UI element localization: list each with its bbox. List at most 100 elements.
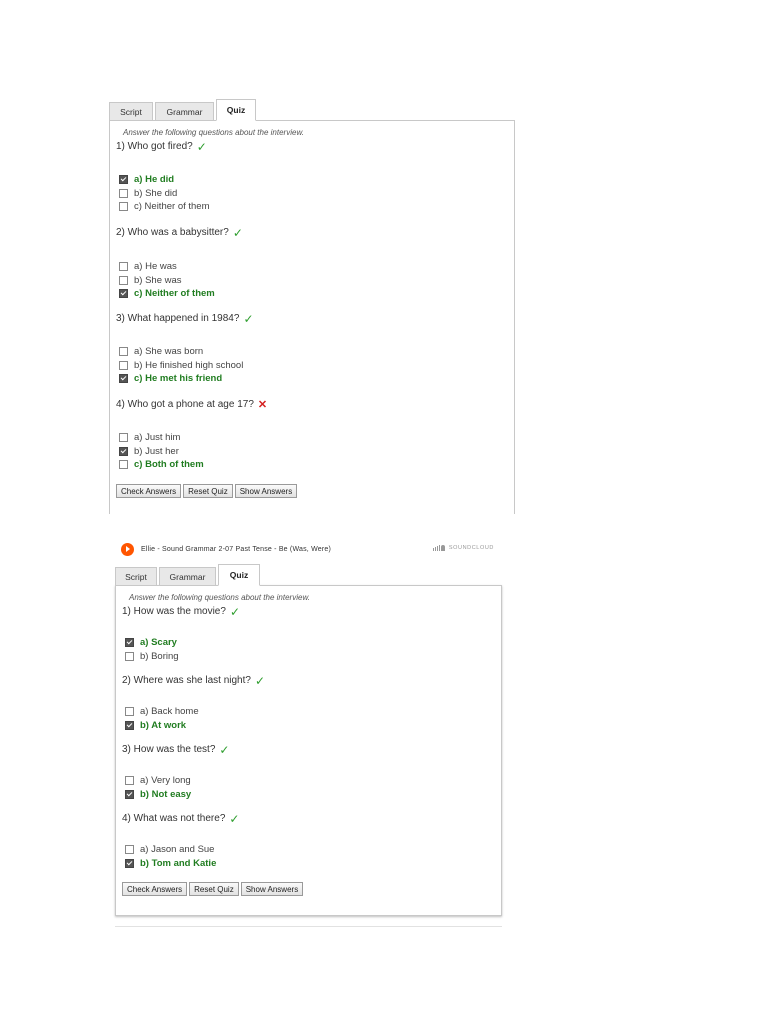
answer-list: a) He was b) She was c) Neither of them: [119, 260, 215, 301]
question-text: 1) How was the movie?: [122, 606, 226, 617]
reset-quiz-button[interactable]: Reset Quiz: [183, 484, 233, 498]
question-1: 1) How was the movie? ✓: [122, 606, 240, 618]
checkbox[interactable]: [119, 433, 128, 443]
answer-label: a) She was born: [134, 346, 204, 358]
soundcloud-player: Ellie - Sound Grammar 2-07 Past Tense - …: [115, 538, 502, 560]
answer-label: b) She was: [134, 274, 182, 286]
answer-list: a) He did b) She did c) Neither of them: [119, 173, 210, 214]
answer-list: a) Just him b) Just her c) Both of them: [119, 431, 204, 472]
quiz-widget-2: Ellie - Sound Grammar 2-07 Past Tense - …: [115, 538, 502, 916]
checkbox[interactable]: [125, 720, 134, 730]
answer-label: b) At work: [140, 719, 187, 731]
answer-option[interactable]: a) Very long: [125, 774, 191, 788]
answer-option[interactable]: c) Neither of them: [119, 200, 210, 214]
answer-label: b) Tom and Katie: [140, 857, 217, 869]
answer-option[interactable]: a) Scary: [125, 636, 179, 650]
answer-option[interactable]: b) Tom and Katie: [125, 857, 216, 871]
correct-check-icon: ✓: [243, 311, 254, 326]
reset-quiz-button[interactable]: Reset Quiz: [189, 882, 239, 896]
divider: [115, 926, 502, 927]
quiz-panel: Answer the following questions about the…: [115, 585, 502, 916]
checkbox[interactable]: [119, 347, 128, 357]
question-2: 2) Where was she last night? ✓: [122, 675, 265, 687]
play-icon[interactable]: [121, 542, 134, 556]
answer-list: a) She was born b) He finished high scho…: [119, 345, 243, 386]
answer-option[interactable]: a) Just him: [119, 431, 204, 445]
answer-label: b) Boring: [140, 650, 179, 662]
track-title[interactable]: Ellie - Sound Grammar 2-07 Past Tense - …: [141, 546, 331, 553]
soundcloud-logo[interactable]: SOUNDCLOUD: [432, 545, 494, 551]
tab-grammar[interactable]: Grammar: [159, 567, 216, 586]
answer-option[interactable]: b) Just her: [119, 445, 204, 459]
checkbox[interactable]: [125, 789, 134, 799]
answer-option[interactable]: a) He was: [119, 260, 215, 274]
question-text: 3) How was the test?: [122, 744, 216, 755]
answer-option[interactable]: b) She was: [119, 274, 215, 288]
checkbox[interactable]: [125, 858, 134, 868]
quiz-instructions: Answer the following questions about the…: [129, 593, 310, 602]
checkbox[interactable]: [119, 188, 128, 198]
checkbox[interactable]: [125, 651, 134, 661]
tab-script[interactable]: Script: [109, 102, 153, 121]
question-1: 1) Who got fired? ✓: [116, 139, 207, 154]
checkbox[interactable]: [125, 845, 134, 855]
checkbox[interactable]: [119, 262, 128, 272]
correct-check-icon: ✓: [219, 742, 230, 757]
show-answers-button[interactable]: Show Answers: [234, 484, 298, 498]
checkbox[interactable]: [119, 289, 128, 299]
show-answers-button[interactable]: Show Answers: [240, 882, 304, 896]
quiz-panel: Answer the following questions about the…: [109, 120, 515, 514]
checkbox[interactable]: [119, 446, 128, 456]
answer-list: a) Jason and Sue b) Tom and Katie: [125, 843, 216, 870]
question-text: 2) Where was she last night?: [122, 675, 251, 686]
tab-script[interactable]: Script: [115, 567, 157, 586]
tab-grammar[interactable]: Grammar: [155, 102, 214, 121]
checkbox[interactable]: [125, 776, 134, 786]
answer-option[interactable]: b) At work: [125, 719, 199, 733]
answer-option[interactable]: c) Neither of them: [119, 287, 215, 301]
question-3: 3) What happened in 1984? ✓: [116, 311, 254, 326]
checkbox[interactable]: [119, 460, 128, 470]
correct-check-icon: ✓: [232, 225, 243, 240]
answer-option[interactable]: a) He did: [119, 173, 210, 187]
checkbox[interactable]: [119, 202, 128, 212]
answer-option[interactable]: b) She did: [119, 187, 210, 201]
answer-list: a) Scary b) Boring: [125, 636, 179, 663]
answer-list: a) Back home b) At work: [125, 705, 199, 732]
answer-label: a) Very long: [140, 775, 191, 787]
tab-quiz[interactable]: Quiz: [216, 99, 256, 121]
question-text: 1) Who got fired?: [116, 141, 193, 152]
answer-option[interactable]: b) He finished high school: [119, 359, 243, 373]
correct-check-icon: ✓: [196, 139, 207, 154]
answer-option[interactable]: b) Not easy: [125, 788, 191, 802]
answer-option[interactable]: a) Back home: [125, 705, 199, 719]
check-answers-button[interactable]: Check Answers: [122, 882, 188, 896]
quiz-tabs: Script Grammar Quiz: [109, 99, 515, 121]
answer-label: c) Neither of them: [134, 288, 215, 300]
soundcloud-brand: SOUNDCLOUD: [448, 545, 494, 551]
answer-option[interactable]: a) She was born: [119, 345, 243, 359]
check-answers-button[interactable]: Check Answers: [116, 484, 182, 498]
question-text: 4) What was not there?: [122, 813, 226, 824]
answer-option[interactable]: c) Both of them: [119, 458, 204, 472]
correct-check-icon: ✓: [229, 811, 240, 826]
checkbox[interactable]: [119, 275, 128, 285]
answer-option[interactable]: c) He met his friend: [119, 372, 243, 386]
checkbox[interactable]: [119, 374, 128, 384]
question-4: 4) Who got a phone at age 17? ✕: [116, 399, 267, 410]
quiz-tabs: Script Grammar Quiz: [115, 564, 502, 586]
checkbox[interactable]: [119, 360, 128, 370]
answer-list: a) Very long b) Not easy: [125, 774, 191, 801]
answer-option[interactable]: a) Jason and Sue: [125, 843, 216, 857]
quiz-widget-1: Script Grammar Quiz Answer the following…: [109, 99, 515, 514]
answer-label: b) She did: [134, 187, 178, 199]
answer-label: a) He was: [134, 261, 177, 273]
answer-label: b) Not easy: [140, 788, 192, 800]
checkbox[interactable]: [125, 638, 134, 648]
wrong-cross-icon: ✕: [257, 398, 268, 411]
checkbox[interactable]: [125, 707, 134, 717]
question-4: 4) What was not there? ✓: [122, 811, 240, 826]
tab-quiz[interactable]: Quiz: [218, 564, 260, 586]
checkbox[interactable]: [119, 175, 128, 185]
answer-option[interactable]: b) Boring: [125, 650, 179, 664]
